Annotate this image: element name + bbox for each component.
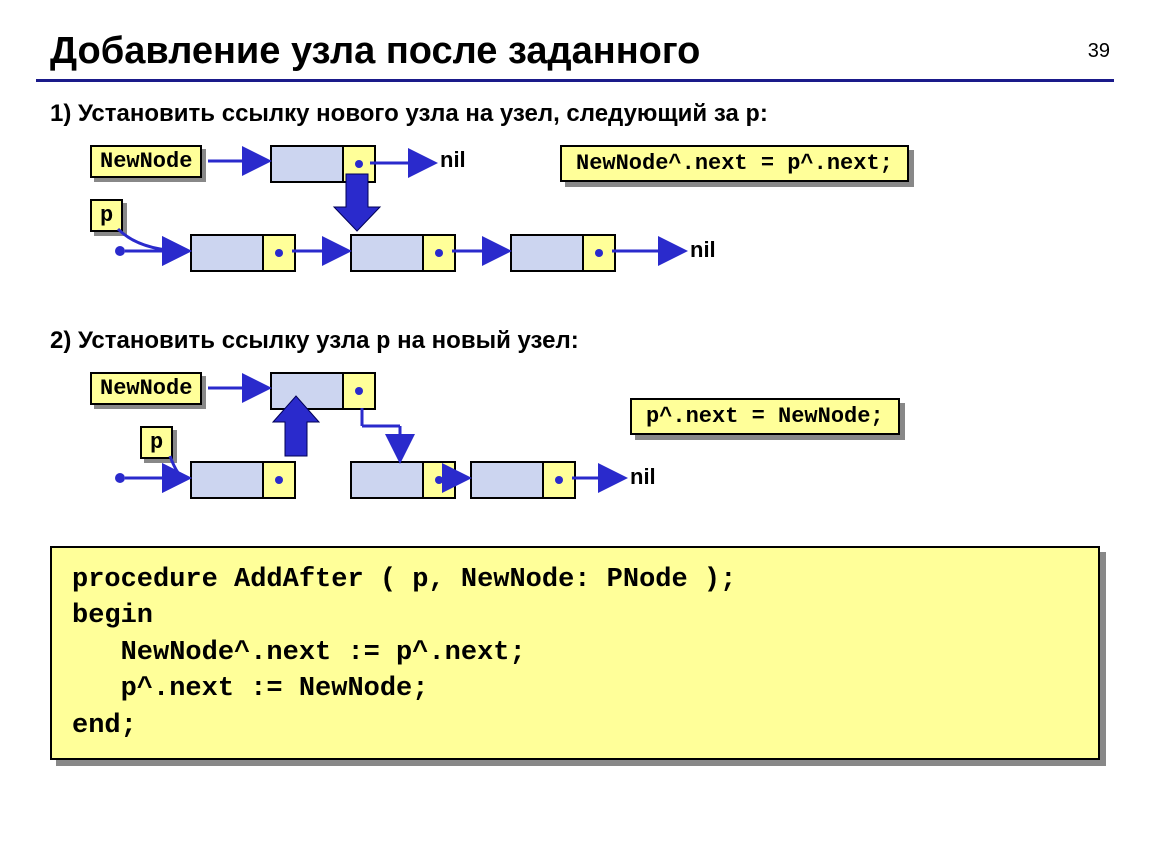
node-ptr — [424, 463, 454, 497]
node-data — [192, 463, 264, 497]
node2b — [350, 461, 456, 499]
step1-label-newnode: NewNode — [90, 145, 202, 178]
step1-p-token: p — [745, 102, 759, 129]
step1-text: 1) Установить ссылку нового узла на узел… — [50, 100, 1150, 129]
step1-suffix: : — [760, 100, 768, 127]
code-block: procedure AddAfter ( p, NewNode: PNode )… — [50, 546, 1100, 760]
step1-label-p: p — [90, 199, 123, 232]
node-data — [192, 236, 264, 270]
step2-nil-bottom: nil — [630, 464, 656, 490]
node1 — [190, 234, 296, 272]
step2-suffix: на новый узел: — [391, 327, 579, 354]
diagram-step2: NewNode p nil p^.next = NewNode; — [70, 366, 1070, 526]
node-data — [352, 463, 424, 497]
node-ptr — [264, 463, 294, 497]
node-data — [272, 374, 344, 408]
title-underline — [36, 79, 1114, 82]
step1-code: NewNode^.next = p^.next; — [560, 145, 909, 182]
step2-code: p^.next = NewNode; — [630, 398, 900, 435]
slide-title: Добавление узла после заданного — [50, 30, 1150, 73]
step2-label-newnode: NewNode — [90, 372, 202, 405]
step1-nil-bottom: nil — [690, 237, 716, 263]
node1b — [190, 461, 296, 499]
node-data — [352, 236, 424, 270]
node-ptr — [584, 236, 614, 270]
node3 — [510, 234, 616, 272]
diagram-step1: NewNode p nil nil NewNode^.next = p^.nex… — [70, 139, 1070, 299]
node-data — [472, 463, 544, 497]
node-new-top — [270, 145, 376, 183]
node-ptr — [344, 374, 374, 408]
node-ptr — [344, 147, 374, 181]
node3b — [470, 461, 576, 499]
step2-label-p: p — [140, 426, 173, 459]
node-new-top2 — [270, 372, 376, 410]
step1-prefix: 1) Установить ссылку нового узла на узел… — [50, 100, 745, 127]
node-data — [272, 147, 344, 181]
node-ptr — [264, 236, 294, 270]
step2-text: 2) Установить ссылку узла p на новый узе… — [50, 327, 1150, 356]
step1-nil-top: nil — [440, 147, 466, 173]
node-ptr — [424, 236, 454, 270]
node2 — [350, 234, 456, 272]
step2-p-token: p — [376, 329, 390, 356]
node-data — [512, 236, 584, 270]
page-number: 39 — [1088, 40, 1110, 63]
step2-prefix: 2) Установить ссылку узла — [50, 327, 376, 354]
node-ptr — [544, 463, 574, 497]
